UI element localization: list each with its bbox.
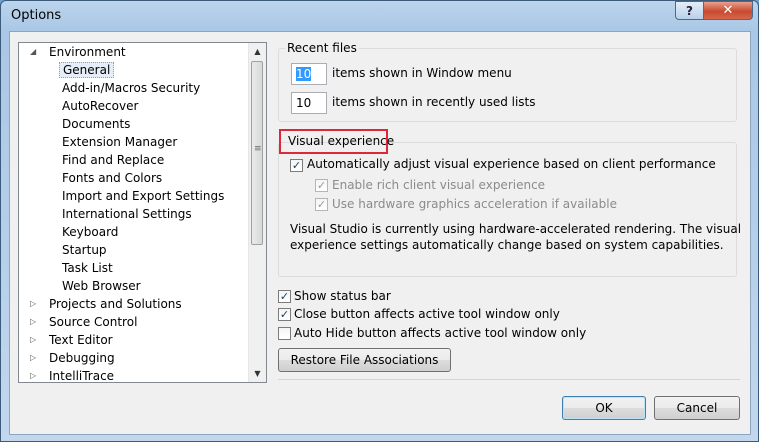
tree-item-label: AutoRecover	[62, 99, 139, 113]
tree-item-label: Extension Manager	[62, 135, 178, 149]
recent-files-group	[278, 48, 737, 122]
tree-item-label: Debugging	[49, 351, 115, 365]
collapsed-arrow-icon[interactable]: ▷	[30, 295, 40, 313]
tree-item[interactable]: Add-in/Macros Security	[59, 79, 203, 97]
recent-lists-count-label: items shown in recently used lists	[332, 95, 536, 109]
hw-accel-checkbox[interactable]: ✓	[315, 198, 328, 211]
tree-scrollbar[interactable]: ▲ ≡ ▼	[248, 43, 266, 382]
tree-item-label: Task List	[62, 261, 113, 275]
auto-hide-label: Auto Hide button affects active tool win…	[294, 326, 587, 340]
tree-item[interactable]: Task List	[59, 259, 116, 277]
collapsed-arrow-icon[interactable]: ▷	[30, 367, 40, 382]
tree-item-label: Projects and Solutions	[49, 297, 182, 311]
collapsed-arrow-icon[interactable]: ▷	[30, 313, 40, 331]
visual-experience-title: Visual experience	[288, 134, 395, 148]
tree-item-label: Startup	[62, 243, 107, 257]
auto-adjust-label: Automatically adjust visual experience b…	[307, 157, 716, 171]
recent-lists-count-input[interactable]: 10	[291, 92, 327, 114]
tree-item[interactable]: ▷ Text Editor	[30, 331, 116, 349]
tree-item-label: Find and Replace	[62, 153, 165, 167]
tree-item[interactable]: Extension Manager	[59, 133, 180, 151]
tree-item[interactable]: Documents	[59, 115, 133, 133]
restore-file-associations-button[interactable]: Restore File Associations	[278, 348, 451, 372]
tree-item[interactable]: Web Browser	[59, 277, 144, 295]
close-button-checkbox[interactable]: ✓	[278, 308, 291, 321]
tree-item-label: International Settings	[62, 207, 192, 221]
hw-accel-label: Use hardware graphics acceleration if av…	[332, 197, 617, 211]
dialog-separator	[278, 379, 740, 380]
status-bar-checkbox[interactable]: ✓	[278, 290, 291, 303]
close-icon: ✕	[722, 3, 734, 18]
ok-button[interactable]: OK	[562, 396, 646, 420]
tree-item[interactable]: AutoRecover	[59, 97, 141, 115]
tree-item[interactable]: Fonts and Colors	[59, 169, 165, 187]
tree-item[interactable]: Keyboard	[59, 223, 121, 241]
render-info-line1: Visual Studio is currently using hardwar…	[290, 222, 742, 236]
tree-item-label: Add-in/Macros Security	[62, 81, 201, 95]
close-button[interactable]: ✕	[703, 1, 753, 20]
dialog-client-area: ◢ Environment General Add-in/Macros Securit…	[9, 31, 751, 435]
collapsed-arrow-icon[interactable]: ▷	[30, 331, 40, 349]
tree-item-label: General	[59, 62, 115, 78]
tree-item-label: Source Control	[49, 315, 138, 329]
window-menu-count-input[interactable]: 10	[291, 63, 327, 85]
auto-hide-checkbox[interactable]	[278, 327, 291, 340]
tree-item[interactable]: Import and Export Settings	[59, 187, 227, 205]
tree-item-label: Import and Export Settings	[62, 189, 225, 203]
tree-item[interactable]: Find and Replace	[59, 151, 167, 169]
tree-item[interactable]: ▷ IntelliTrace	[30, 367, 117, 383]
tree-item[interactable]: General	[59, 61, 115, 79]
render-info-line2: experience settings automatically change…	[290, 238, 724, 252]
tree-item[interactable]: International Settings	[59, 205, 195, 223]
rich-visual-label: Enable rich client visual experience	[332, 178, 546, 192]
window-title: Options	[11, 8, 62, 23]
collapsed-arrow-icon[interactable]: ▷	[30, 349, 40, 367]
tree-item-label: IntelliTrace	[49, 369, 115, 383]
tree-item-label: Documents	[62, 117, 131, 131]
options-tree[interactable]: ◢ Environment General Add-in/Macros Securit…	[18, 42, 267, 383]
rich-visual-checkbox[interactable]: ✓	[315, 179, 328, 192]
tree-item-label: Web Browser	[62, 279, 141, 293]
close-button-option-label: Close button affects active tool window …	[294, 307, 560, 321]
tree-item-label: Environment	[49, 45, 126, 59]
expanded-arrow-icon[interactable]: ◢	[30, 43, 40, 61]
scroll-up-icon[interactable]: ▲	[249, 43, 266, 60]
window-menu-count-label: items shown in Window menu	[332, 66, 512, 80]
options-dialog: Options ? ✕ ◢ Environment General Add-in/Ma…	[0, 0, 759, 442]
auto-adjust-checkbox[interactable]: ✓	[290, 159, 303, 172]
tree-item-label: Keyboard	[62, 225, 119, 239]
tree-item[interactable]: ◢ Environment	[30, 43, 129, 61]
tree-item[interactable]: ▷ Source Control	[30, 313, 140, 331]
tree-item[interactable]: ▷ Debugging	[30, 349, 118, 367]
tree-item-label: Fonts and Colors	[62, 171, 163, 185]
tree-item[interactable]: Startup	[59, 241, 110, 259]
grip-icon: ≡	[254, 144, 262, 154]
recent-files-title: Recent files	[285, 41, 359, 55]
scroll-thumb[interactable]: ≡	[251, 61, 263, 245]
scroll-down-icon[interactable]: ▼	[249, 365, 266, 382]
status-bar-label: Show status bar	[294, 289, 391, 303]
tree-item-label: Text Editor	[49, 333, 113, 347]
cancel-button[interactable]: Cancel	[654, 396, 740, 420]
help-button[interactable]: ?	[675, 1, 704, 20]
help-icon: ?	[686, 3, 693, 18]
tree-item[interactable]: ▷ Projects and Solutions	[30, 295, 185, 313]
title-bar[interactable]: Options ? ✕	[1, 1, 758, 31]
